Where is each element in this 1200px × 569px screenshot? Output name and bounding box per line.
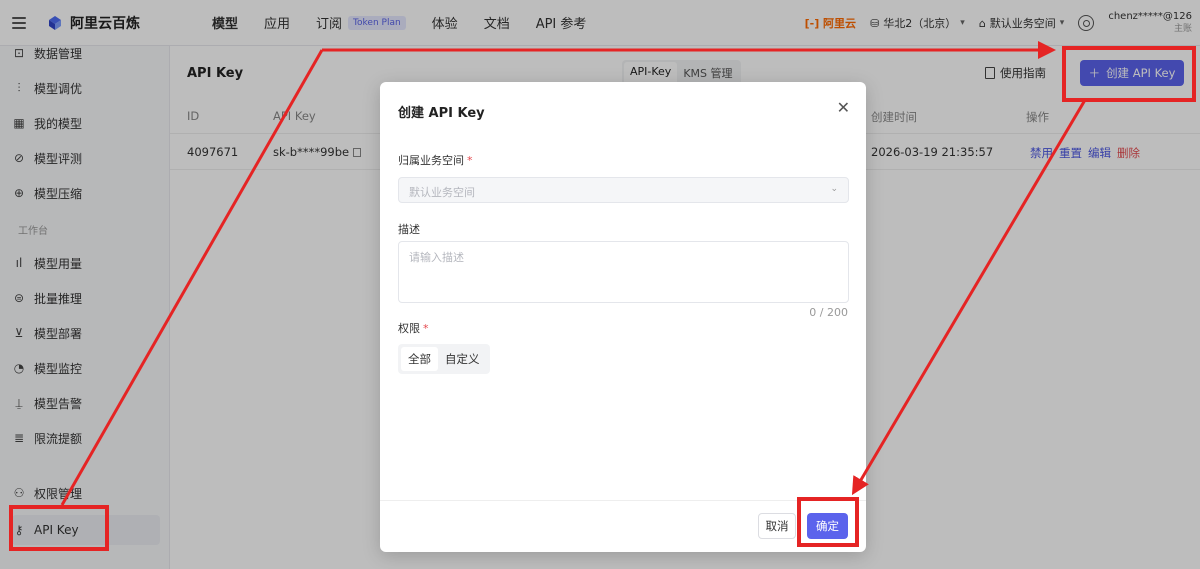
description-field-label: 描述	[398, 223, 420, 236]
workspace-label-text: 归属业务空间	[398, 154, 464, 167]
required-mark: *	[423, 322, 429, 335]
permission-segmented: 全部 自定义	[398, 344, 490, 374]
dialog-footer: 取消 确定	[380, 500, 866, 552]
perm-option-all[interactable]: 全部	[401, 347, 438, 371]
workspace-select[interactable]: 默认业务空间 ⌄	[398, 177, 849, 203]
description-placeholder: 请输入描述	[409, 251, 464, 264]
workspace-field-label: 归属业务空间 *	[398, 152, 473, 168]
permission-label-text: 权限	[398, 322, 420, 335]
workspace-select-value: 默认业务空间	[409, 186, 475, 199]
annotation-box-confirm	[797, 497, 859, 547]
annotation-box-api-key	[9, 505, 109, 551]
required-mark: *	[467, 154, 473, 167]
cancel-button[interactable]: 取消	[758, 513, 796, 539]
annotation-box-create	[1062, 46, 1196, 102]
char-counter: 0 / 200	[809, 306, 848, 319]
close-icon[interactable]: ✕	[837, 98, 850, 117]
dialog-title: 创建 API Key	[398, 106, 485, 121]
description-textarea[interactable]: 请输入描述	[398, 241, 849, 303]
create-api-key-dialog: 创建 API Key ✕ 归属业务空间 * 默认业务空间 ⌄ 描述 请输入描述 0…	[380, 82, 866, 552]
chevron-down-icon: ⌄	[830, 184, 838, 194]
perm-option-custom[interactable]: 自定义	[438, 347, 487, 371]
permission-field-label: 权限 *	[398, 320, 429, 336]
